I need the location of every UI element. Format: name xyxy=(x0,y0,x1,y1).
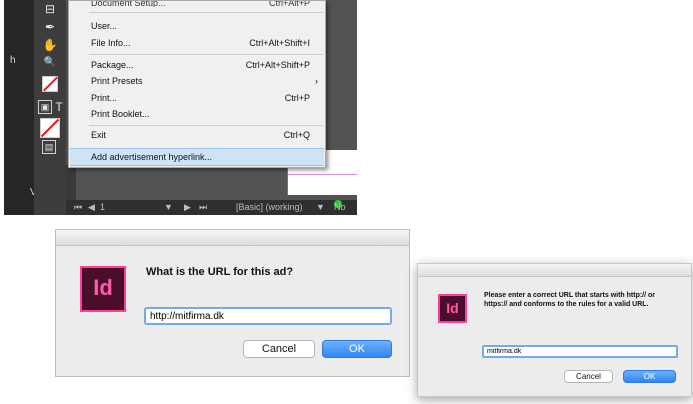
menu-item-label: Print Booklet... xyxy=(91,109,150,119)
zoom-tool-icon[interactable]: 🔍 xyxy=(42,56,58,70)
url-prompt-dialog: Id What is the URL for this ad? Cancel O… xyxy=(55,229,410,377)
url-input[interactable] xyxy=(482,345,678,358)
fill-swatch-icon[interactable] xyxy=(42,76,58,92)
indesign-app-icon: Id xyxy=(438,294,467,323)
dialog-titlebar[interactable] xyxy=(56,230,409,246)
menu-item-label: User... xyxy=(91,21,118,31)
menu-item-shortcut: Ctrl+Alt+P xyxy=(268,1,310,7)
left-panel-letter: h xyxy=(10,55,16,66)
menu-item-exit[interactable]: Exit Ctrl+Q xyxy=(70,127,324,143)
indesign-window: h V ⊟ ✒ ✋ 🔍 ▣ T ▤ ⏮ ◀ 1 ▼ ▶ ⏭ [Basic] (w… xyxy=(4,0,357,215)
tools-panel: ⊟ ✒ ✋ 🔍 ▣ T ▤ xyxy=(34,0,67,215)
menu-item-label: Exit xyxy=(91,130,107,140)
margin-guide xyxy=(288,174,357,175)
url-input[interactable] xyxy=(144,307,392,325)
submenu-arrow-icon: › xyxy=(315,76,318,86)
menu-item-label: Print... xyxy=(91,93,118,103)
dialog-titlebar[interactable] xyxy=(418,264,691,277)
cancel-button[interactable]: Cancel xyxy=(243,340,315,358)
menu-item-package[interactable]: Package... Ctrl+Alt+Shift+P xyxy=(70,57,324,73)
pen-tool-icon[interactable]: ✒ xyxy=(42,20,58,34)
menu-item-shortcut: Ctrl+P xyxy=(284,93,310,103)
stroke-swatch-icon[interactable] xyxy=(40,118,60,138)
vertical-ruler xyxy=(66,165,76,200)
menu-item-print-presets[interactable]: Print Presets › xyxy=(70,73,324,89)
url-validation-dialog: Id Please enter a correct URL that start… xyxy=(417,263,692,397)
menu-item-shortcut: Ctrl+Alt+Shift+P xyxy=(245,60,310,70)
ok-button[interactable]: OK xyxy=(322,340,392,358)
frame-tool-icon[interactable]: ▣ xyxy=(38,100,52,114)
menu-item-user[interactable]: User... xyxy=(70,18,324,34)
screen-mode-icon[interactable]: ▤ xyxy=(42,140,56,154)
preflight-profile[interactable]: [Basic] (working) xyxy=(236,200,303,215)
validation-message: Please enter a correct URL that starts w… xyxy=(484,292,656,308)
menu-item-add-advertisement-hyperlink[interactable]: Add advertisement hyperlink... xyxy=(70,148,324,166)
menu-item-label: Package... xyxy=(91,60,134,70)
text-tool-icon[interactable]: T xyxy=(51,100,67,114)
last-page-button[interactable]: ⏭ xyxy=(199,200,207,215)
menu-item-label: Document Setup... xyxy=(91,1,166,7)
menu-item-shortcut: Ctrl+Alt+Shift+I xyxy=(249,38,310,48)
prev-page-button[interactable]: ◀ xyxy=(88,200,95,215)
dialog-question: What is the URL for this ad? xyxy=(146,266,294,278)
hand-tool-icon[interactable]: ✋ xyxy=(42,38,58,52)
menu-item-label: Add advertisement hyperlink... xyxy=(91,152,213,162)
left-panel-strip xyxy=(4,0,34,215)
menu-separator xyxy=(89,125,323,126)
menu-item-print[interactable]: Print... Ctrl+P xyxy=(70,90,324,106)
menu-item-document-setup[interactable]: Document Setup... Ctrl+Alt+P xyxy=(70,1,324,7)
preflight-status-text: No xyxy=(334,202,346,212)
menu-separator xyxy=(89,12,323,13)
menu-item-shortcut: Ctrl+Q xyxy=(283,130,310,140)
ok-button[interactable]: OK xyxy=(623,370,676,383)
next-page-button[interactable]: ▶ xyxy=(184,200,191,215)
indesign-app-icon: Id xyxy=(80,266,126,312)
preflight-dropdown-icon[interactable]: ▼ xyxy=(316,200,325,215)
file-menu: Document Setup... Ctrl+Alt+P User... Fil… xyxy=(68,0,326,168)
page-number[interactable]: 1 xyxy=(100,200,105,215)
menu-item-file-info[interactable]: File Info... Ctrl+Alt+Shift+I xyxy=(70,35,324,51)
status-bar: ⏮ ◀ 1 ▼ ▶ ⏭ [Basic] (working) ▼ No xyxy=(66,200,357,215)
page-dropdown-icon[interactable]: ▼ xyxy=(164,200,173,215)
cancel-button[interactable]: Cancel xyxy=(564,370,613,383)
menu-item-label: File Info... xyxy=(91,38,131,48)
page-tool-icon[interactable]: ⊟ xyxy=(42,2,58,16)
menu-item-print-booklet[interactable]: Print Booklet... xyxy=(70,106,324,122)
first-page-button[interactable]: ⏮ xyxy=(74,200,82,215)
menu-item-label: Print Presets xyxy=(91,76,143,86)
menu-separator xyxy=(89,54,323,55)
